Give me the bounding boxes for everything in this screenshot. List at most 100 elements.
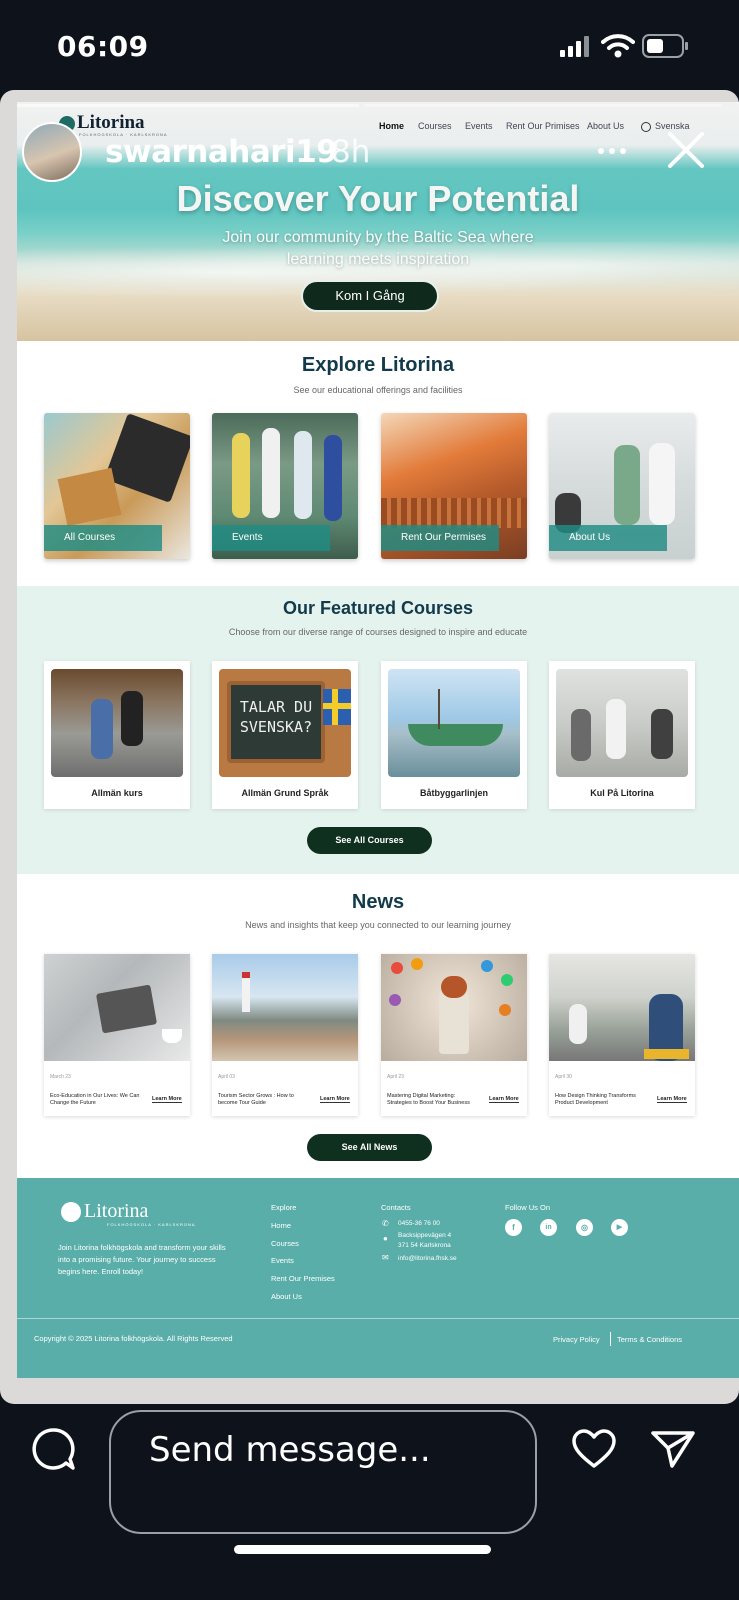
news-card[interactable]: April 23 Mastering Digital Marketing: St…	[381, 954, 527, 1116]
lighthouse	[242, 972, 250, 1012]
boat-hull	[408, 724, 503, 746]
news-date: April 03	[218, 1074, 235, 1080]
person-figure	[324, 435, 342, 521]
explore-card-about[interactable]: About Us	[549, 413, 695, 559]
close-icon[interactable]	[666, 130, 706, 170]
explore-card-all-courses[interactable]: All Courses	[44, 413, 190, 559]
featured-courses-section: Our Featured Courses Choose from our div…	[17, 586, 739, 874]
footer-link-rent[interactable]: Rent Our Premises	[271, 1274, 335, 1283]
course-card[interactable]: TALAR DU SVENSKA? Allmän Grund Språk	[212, 661, 358, 809]
privacy-link[interactable]: Privacy Policy	[553, 1335, 600, 1344]
news-card[interactable]: April 30 How Design Thinking Transforms …	[549, 954, 695, 1116]
explore-label: All Courses	[44, 525, 162, 551]
course-card[interactable]: Allmän kurs	[44, 661, 190, 809]
send-message-placeholder: Send message...	[149, 1430, 431, 1470]
footer-divider	[17, 1318, 739, 1319]
see-all-news-button[interactable]: See All News	[307, 1134, 432, 1161]
phone-icon: ✆	[382, 1219, 389, 1228]
linkedin-icon[interactable]: in	[540, 1219, 557, 1236]
nav-rent[interactable]: Rent Our Primises	[506, 121, 580, 131]
course-image: TALAR DU SVENSKA?	[219, 669, 351, 777]
heart-icon[interactable]	[571, 1428, 617, 1470]
story-username[interactable]: swarnahari19	[105, 134, 338, 170]
learn-more-link[interactable]: Learn More	[152, 1096, 182, 1103]
instagram-icon[interactable]: ◎	[576, 1219, 593, 1236]
footer-link-about[interactable]: About Us	[271, 1292, 302, 1301]
news-title: Tourism Sector Grows : How to become Tou…	[218, 1093, 294, 1106]
location-icon: ●	[383, 1234, 388, 1243]
hero-cta-button[interactable]: Kom I Gång	[301, 280, 439, 312]
person-figure	[571, 709, 591, 761]
message-bar: Send message...	[0, 1404, 739, 1600]
course-card[interactable]: Båtbyggarlinjen	[381, 661, 527, 809]
explore-card-rent[interactable]: Rent Our Permises	[381, 413, 527, 559]
globe-icon	[641, 121, 651, 132]
person-figure	[232, 433, 250, 518]
person-figure	[569, 1004, 587, 1044]
nav-home[interactable]: Home	[379, 121, 404, 131]
news-date: April 30	[555, 1074, 572, 1080]
facebook-icon[interactable]: f	[505, 1219, 522, 1236]
news-title: Eco-Education in Our Lives: We Can Chang…	[50, 1093, 140, 1106]
footer-link-home[interactable]: Home	[271, 1221, 291, 1230]
coffee-cup	[162, 1029, 182, 1043]
footer-link-events[interactable]: Events	[271, 1256, 294, 1265]
explore-card-events[interactable]: Events	[212, 413, 358, 559]
hero-title: Discover Your Potential	[176, 178, 580, 219]
status-bar: 06:09	[0, 0, 739, 90]
nav-events[interactable]: Events	[465, 121, 493, 131]
featured-subtitle: Choose from our diverse range of courses…	[228, 627, 528, 637]
explore-subtitle: See our educational offerings and facili…	[293, 385, 463, 395]
story-progress-bar	[17, 104, 359, 107]
footer-phone[interactable]: 0455-36 76 00	[398, 1220, 440, 1227]
footer-email[interactable]: info@litorina.fhsk.se	[398, 1255, 457, 1262]
news-card[interactable]: March 23 Eco-Education in Our Lives: We …	[44, 954, 190, 1116]
nav-about[interactable]: About Us	[587, 121, 624, 131]
learn-more-link[interactable]: Learn More	[320, 1096, 350, 1103]
avatar[interactable]	[22, 122, 82, 182]
comment-icon[interactable]	[30, 1426, 76, 1472]
laptop-keyboard	[104, 413, 190, 503]
nav-courses[interactable]: Courses	[418, 121, 452, 131]
news-image	[44, 954, 190, 1061]
person-figure	[649, 443, 675, 525]
youtube-icon[interactable]: ▶	[611, 1219, 628, 1236]
person-figure	[606, 699, 626, 759]
footer-address-line2: 371 54 Karlskrona	[398, 1242, 451, 1249]
course-name: Båtbyggarlinjen	[419, 788, 488, 798]
footer-link-courses[interactable]: Courses	[271, 1239, 299, 1248]
chalkboard: TALAR DU SVENSKA?	[227, 681, 325, 763]
learn-more-link[interactable]: Learn More	[489, 1096, 519, 1103]
course-image	[556, 669, 688, 777]
terms-link[interactable]: Terms & Conditions	[617, 1335, 682, 1344]
send-message-input[interactable]: Send message...	[109, 1410, 537, 1534]
more-options-icon[interactable]	[596, 148, 630, 158]
news-date: April 23	[387, 1074, 404, 1080]
boat-mast	[438, 689, 440, 729]
footer-logo-tagline: FOLKHÖGSKOLA · KARLSKRONA	[107, 1222, 196, 1227]
course-card[interactable]: Kul På Litorina	[549, 661, 695, 809]
person-figure	[121, 691, 143, 746]
course-image	[388, 669, 520, 777]
see-all-courses-button[interactable]: See All Courses	[307, 827, 432, 854]
explore-label: Rent Our Permises	[381, 525, 499, 551]
send-icon[interactable]	[650, 1428, 696, 1470]
footer-contacts-heading: Contacts	[381, 1203, 411, 1212]
news-date: March 23	[50, 1074, 71, 1080]
swedish-flag	[323, 689, 351, 725]
featured-title: Our Featured Courses	[282, 598, 474, 618]
explore-label: About Us	[549, 525, 667, 551]
news-image	[212, 954, 358, 1061]
person-figure	[294, 431, 312, 519]
tablet	[95, 984, 158, 1034]
news-card[interactable]: April 03 Tourism Sector Grows : How to b…	[212, 954, 358, 1116]
hair	[441, 976, 467, 998]
battery-icon	[642, 34, 688, 58]
footer-logo[interactable]: Litorina	[61, 1200, 148, 1223]
person-figure	[262, 428, 280, 518]
course-name: Kul På Litorina	[590, 788, 654, 798]
course-image	[51, 669, 183, 777]
learn-more-link[interactable]: Learn More	[657, 1096, 687, 1103]
mail-icon: ✉	[382, 1253, 389, 1262]
story-viewer[interactable]: Litorina FOLKHÖGSKOLA · KARLSKRONA Home …	[0, 90, 739, 1404]
